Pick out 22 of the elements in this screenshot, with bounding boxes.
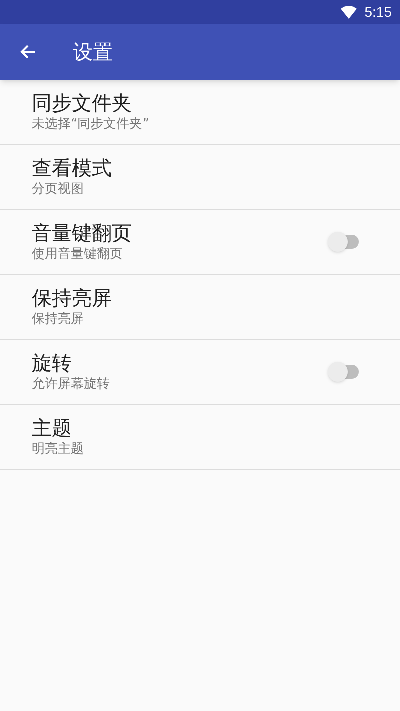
setting-summary: 未选择“同步文件夹” bbox=[32, 116, 150, 134]
settings-item[interactable]: 查看模式 分页视图 bbox=[0, 145, 400, 210]
wifi-icon bbox=[340, 6, 357, 18]
app-bar-title: 设置 bbox=[73, 39, 113, 66]
setting-summary: 保持亮屏 bbox=[32, 311, 85, 329]
setting-summary: 允许屏幕旋转 bbox=[32, 376, 111, 394]
setting-title: 同步文件夹 bbox=[32, 90, 133, 116]
settings-item[interactable]: 音量键翻页 使用音量键翻页 bbox=[0, 210, 400, 275]
settings-item[interactable]: 旋转 允许屏幕旋转 bbox=[0, 340, 400, 405]
setting-title: 音量键翻页 bbox=[32, 220, 133, 246]
settings-item[interactable]: 同步文件夹 未选择“同步文件夹” bbox=[0, 80, 400, 145]
setting-title: 主题 bbox=[32, 415, 73, 441]
setting-summary: 分页视图 bbox=[32, 181, 85, 199]
setting-title: 旋转 bbox=[32, 350, 73, 376]
setting-summary: 明亮主题 bbox=[32, 441, 85, 459]
setting-title: 保持亮屏 bbox=[32, 285, 113, 311]
setting-summary: 使用音量键翻页 bbox=[32, 246, 124, 264]
settings-item[interactable]: 保持亮屏 保持亮屏 bbox=[0, 275, 400, 340]
setting-title: 查看模式 bbox=[32, 155, 113, 181]
status-time: 5:15 bbox=[364, 2, 392, 22]
back-arrow-icon bbox=[20, 44, 36, 60]
settings-item[interactable]: 主题 明亮主题 bbox=[0, 405, 400, 470]
